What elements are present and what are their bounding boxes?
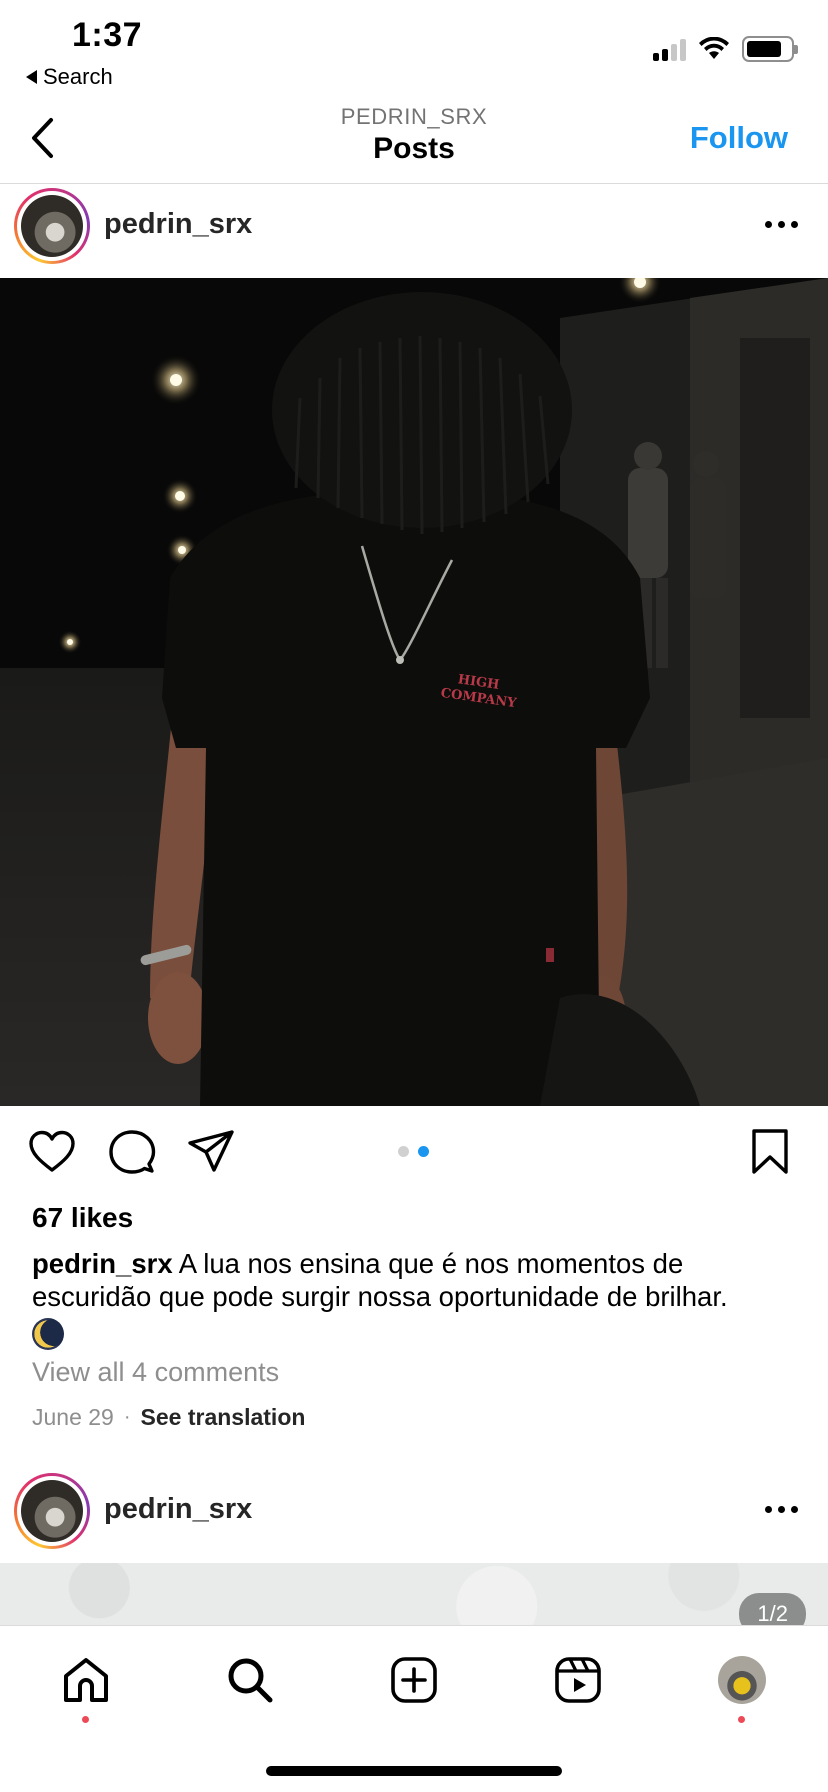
share-button[interactable] <box>186 1126 238 1178</box>
story-avatar[interactable] <box>14 188 90 264</box>
carousel-dot <box>398 1146 409 1157</box>
carousel-dot-active <box>418 1146 429 1157</box>
story-avatar-2[interactable] <box>14 1473 90 1549</box>
moon-icon <box>32 1317 64 1350</box>
reels-icon <box>555 1657 601 1703</box>
tab-profile[interactable] <box>714 1652 770 1708</box>
tab-home[interactable] <box>58 1652 114 1708</box>
avatar-image <box>21 195 83 257</box>
more-options-icon-2[interactable] <box>765 1497 798 1521</box>
send-icon <box>188 1130 234 1172</box>
carousel-counter: 1/2 <box>739 1593 806 1625</box>
home-indicator[interactable] <box>266 1766 562 1776</box>
home-icon <box>64 1658 108 1702</box>
avatar-image-2 <box>21 1480 83 1542</box>
like-button[interactable] <box>26 1126 78 1178</box>
post-caption: pedrin_srx A lua nos ensina que é nos mo… <box>32 1247 792 1350</box>
post-header: pedrin_srx <box>0 186 828 278</box>
status-icons <box>653 36 798 62</box>
search-icon <box>228 1658 273 1703</box>
back-to-search-label: Search <box>43 64 113 89</box>
new-post-icon <box>391 1657 437 1703</box>
post-actions <box>0 1126 828 1186</box>
post-username-2[interactable]: pedrin_srx <box>104 1493 252 1526</box>
comment-icon <box>109 1130 156 1174</box>
post-date: June 29 <box>32 1404 114 1430</box>
comment-button[interactable] <box>106 1126 158 1178</box>
bottom-tab-bar <box>0 1625 828 1792</box>
status-time: 1:37 <box>72 16 143 54</box>
likes-count[interactable]: 67 likes <box>32 1202 133 1234</box>
more-options-icon[interactable] <box>765 212 798 236</box>
bookmark-icon <box>752 1129 788 1174</box>
back-to-search-link[interactable]: Search <box>26 64 113 90</box>
status-bar: 1:37 Search <box>0 0 828 96</box>
post-photo[interactable]: HIGH COMPANY <box>0 278 828 1106</box>
post-header-2: pedrin_srx <box>0 1471 828 1563</box>
wifi-icon <box>699 37 729 59</box>
battery-icon <box>742 36 798 62</box>
tab-new-post[interactable] <box>386 1652 442 1708</box>
post-username[interactable]: pedrin_srx <box>104 208 252 241</box>
view-comments-link[interactable]: View all 4 comments <box>32 1357 279 1388</box>
caption-username[interactable]: pedrin_srx <box>32 1248 173 1279</box>
post-photo-image: HIGH COMPANY <box>0 278 828 1106</box>
follow-button[interactable]: Follow <box>690 120 788 156</box>
carousel-indicator <box>398 1146 429 1157</box>
home-notification-dot <box>82 1716 89 1723</box>
profile-avatar <box>718 1656 766 1704</box>
meta-separator: · <box>123 1406 131 1428</box>
profile-notification-dot <box>738 1716 745 1723</box>
tab-reels[interactable] <box>550 1652 606 1708</box>
post-photo-2[interactable]: 1/2 <box>0 1563 828 1625</box>
heart-icon <box>29 1130 75 1172</box>
back-triangle-icon <box>26 70 37 84</box>
tab-search[interactable] <box>222 1652 278 1708</box>
save-button[interactable] <box>744 1126 796 1178</box>
post-meta: June 29 · See translation <box>32 1404 305 1431</box>
page-header: PEDRIN_SRX Posts Follow <box>0 96 828 184</box>
cellular-signal-icon <box>653 37 686 61</box>
see-translation-link[interactable]: See translation <box>141 1404 306 1431</box>
